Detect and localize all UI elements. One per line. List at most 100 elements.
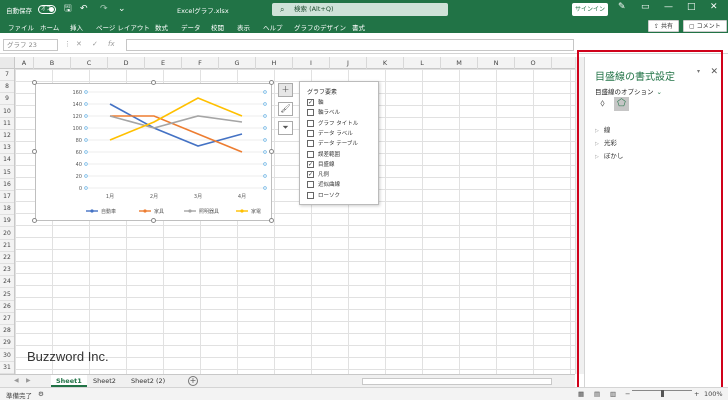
row-header-7[interactable]: 7 xyxy=(0,69,14,81)
select-all-corner[interactable] xyxy=(0,57,15,69)
search-box[interactable]: ⌕ 検索 (Alt+Q) xyxy=(272,3,448,16)
checkbox-icon[interactable] xyxy=(307,140,314,148)
section-soft-edges[interactable]: ▷ ぼかし xyxy=(595,150,623,160)
zoom-out-icon[interactable]: − xyxy=(625,390,630,398)
row-header-15[interactable]: 15 xyxy=(0,167,14,179)
row-header-28[interactable]: 28 xyxy=(0,325,14,338)
tab-insert[interactable]: 挿入 xyxy=(70,22,83,32)
series-line-2[interactable] xyxy=(109,115,243,129)
panel-options-icon[interactable]: ▾ xyxy=(697,68,700,75)
normal-view-icon[interactable]: ▦ xyxy=(578,390,584,398)
tab-view[interactable]: 表示 xyxy=(237,22,250,32)
row-header-8[interactable]: 8 xyxy=(0,81,14,94)
row-header-21[interactable]: 21 xyxy=(0,240,14,252)
checkbox-icon[interactable] xyxy=(307,150,314,158)
signin-button[interactable]: サインイン xyxy=(572,3,608,16)
column-header-e[interactable]: E xyxy=(145,57,182,69)
chart-filters-button[interactable]: ⏷ xyxy=(278,121,293,135)
row-header-14[interactable]: 14 xyxy=(0,154,14,167)
resize-handle[interactable] xyxy=(32,80,37,85)
gridline-handle[interactable] xyxy=(84,174,88,178)
chart-element-option[interactable]: データ ラベル xyxy=(307,129,353,139)
customize-qat-icon[interactable]: ⌄ xyxy=(118,3,126,15)
resize-handle[interactable] xyxy=(32,149,37,154)
gridline-handle[interactable] xyxy=(84,138,88,142)
column-header-j[interactable]: J xyxy=(330,57,367,69)
share-button[interactable]: ⇪ 共有 xyxy=(648,20,679,32)
effects-icon[interactable]: ⬠ xyxy=(614,97,629,111)
gridline-handle[interactable] xyxy=(263,138,267,142)
chart-element-option[interactable]: グラフ タイトル xyxy=(307,119,358,129)
checkbox-icon[interactable] xyxy=(307,181,314,189)
row-header-26[interactable]: 26 xyxy=(0,301,14,313)
legend-entry[interactable]: 家具 xyxy=(154,208,164,215)
row-header-18[interactable]: 18 xyxy=(0,203,14,216)
row-header-24[interactable]: 24 xyxy=(0,276,14,289)
gridline-handle[interactable] xyxy=(84,114,88,118)
sheet-tab-2[interactable]: Sheet2 xyxy=(88,375,121,387)
gridline-handle[interactable] xyxy=(263,126,267,130)
column-header-g[interactable]: G xyxy=(219,57,256,69)
gridline-handle[interactable] xyxy=(84,126,88,130)
gridline-handle[interactable] xyxy=(263,174,267,178)
horizontal-scrollbar[interactable] xyxy=(362,378,552,385)
column-header-l[interactable]: L xyxy=(404,57,441,69)
tab-data[interactable]: データ xyxy=(181,22,201,32)
section-glow[interactable]: ▷ 光彩 xyxy=(595,137,617,147)
zoom-knob[interactable] xyxy=(661,390,664,397)
page-layout-icon[interactable]: ▤ xyxy=(594,390,600,398)
resize-handle[interactable] xyxy=(32,218,37,223)
row-header-27[interactable]: 27 xyxy=(0,313,14,325)
panel-close-icon[interactable]: ✕ xyxy=(710,67,718,77)
chart-element-option[interactable]: 近似曲線 xyxy=(307,181,340,190)
chart-elements-button[interactable]: ＋ xyxy=(278,83,293,97)
checkbox-checked-icon[interactable]: ✓ xyxy=(307,171,314,179)
legend-entry[interactable]: 照明器具 xyxy=(199,209,219,215)
column-header-o[interactable]: O xyxy=(515,57,552,69)
tab-review[interactable]: 校閲 xyxy=(211,22,224,32)
tab-help[interactable]: ヘルプ xyxy=(263,22,283,32)
zoom-in-icon[interactable]: + xyxy=(694,390,699,398)
gridline-handle[interactable] xyxy=(263,150,267,154)
row-header-17[interactable]: 17 xyxy=(0,191,14,203)
chart-element-option[interactable]: ✓ 凡例 xyxy=(307,171,329,180)
row-header-29[interactable]: 29 xyxy=(0,337,14,350)
checkbox-icon[interactable] xyxy=(307,129,314,137)
column-header-b[interactable]: B xyxy=(34,57,71,69)
column-header-i[interactable]: I xyxy=(293,57,330,69)
gridline-handle[interactable] xyxy=(263,90,267,94)
comment-button[interactable]: ▢ コメント xyxy=(683,20,727,32)
row-header-16[interactable]: 16 xyxy=(0,179,14,191)
gridline-handle[interactable] xyxy=(263,102,267,106)
row-header-12[interactable]: 12 xyxy=(0,130,14,142)
gridline-handle[interactable] xyxy=(84,150,88,154)
column-header-d[interactable]: D xyxy=(108,57,145,69)
fx-icon[interactable]: fx xyxy=(108,40,115,48)
checkbox-icon[interactable] xyxy=(307,109,314,117)
row-header-11[interactable]: 11 xyxy=(0,118,14,130)
accessibility-icon[interactable]: ⚙ xyxy=(38,390,44,398)
ribbon-display-icon[interactable]: ▭ xyxy=(641,2,650,12)
row-header-23[interactable]: 23 xyxy=(0,264,14,277)
close-window-icon[interactable]: ✕ xyxy=(710,2,718,12)
tab-format[interactable]: 書式 xyxy=(352,22,365,32)
tab-file[interactable]: ファイル xyxy=(8,22,34,32)
chart-element-option[interactable]: データ テーブル xyxy=(307,140,358,149)
resize-handle[interactable] xyxy=(150,218,156,223)
formula-input[interactable] xyxy=(126,39,574,51)
next-sheet-icon[interactable]: ▶ xyxy=(26,377,31,384)
checkbox-icon[interactable] xyxy=(307,119,314,127)
column-header-n[interactable]: N xyxy=(478,57,515,69)
name-box[interactable]: グラフ 23 xyxy=(3,39,58,51)
column-header-a[interactable]: A xyxy=(15,57,34,69)
resize-handle[interactable] xyxy=(269,80,274,85)
vertical-scrollbar[interactable] xyxy=(575,57,584,374)
tab-formulas[interactable]: 数式 xyxy=(155,22,168,32)
cancel-icon[interactable]: ✕ xyxy=(76,40,82,48)
gridline-handle[interactable] xyxy=(84,186,88,190)
gridline-handle[interactable] xyxy=(84,102,88,106)
column-header-k[interactable]: K xyxy=(367,57,404,69)
save-icon[interactable]: 🖫 xyxy=(64,3,72,15)
tab-chart-design[interactable]: グラフのデザイン xyxy=(294,22,346,35)
column-header-m[interactable]: M xyxy=(441,57,478,69)
